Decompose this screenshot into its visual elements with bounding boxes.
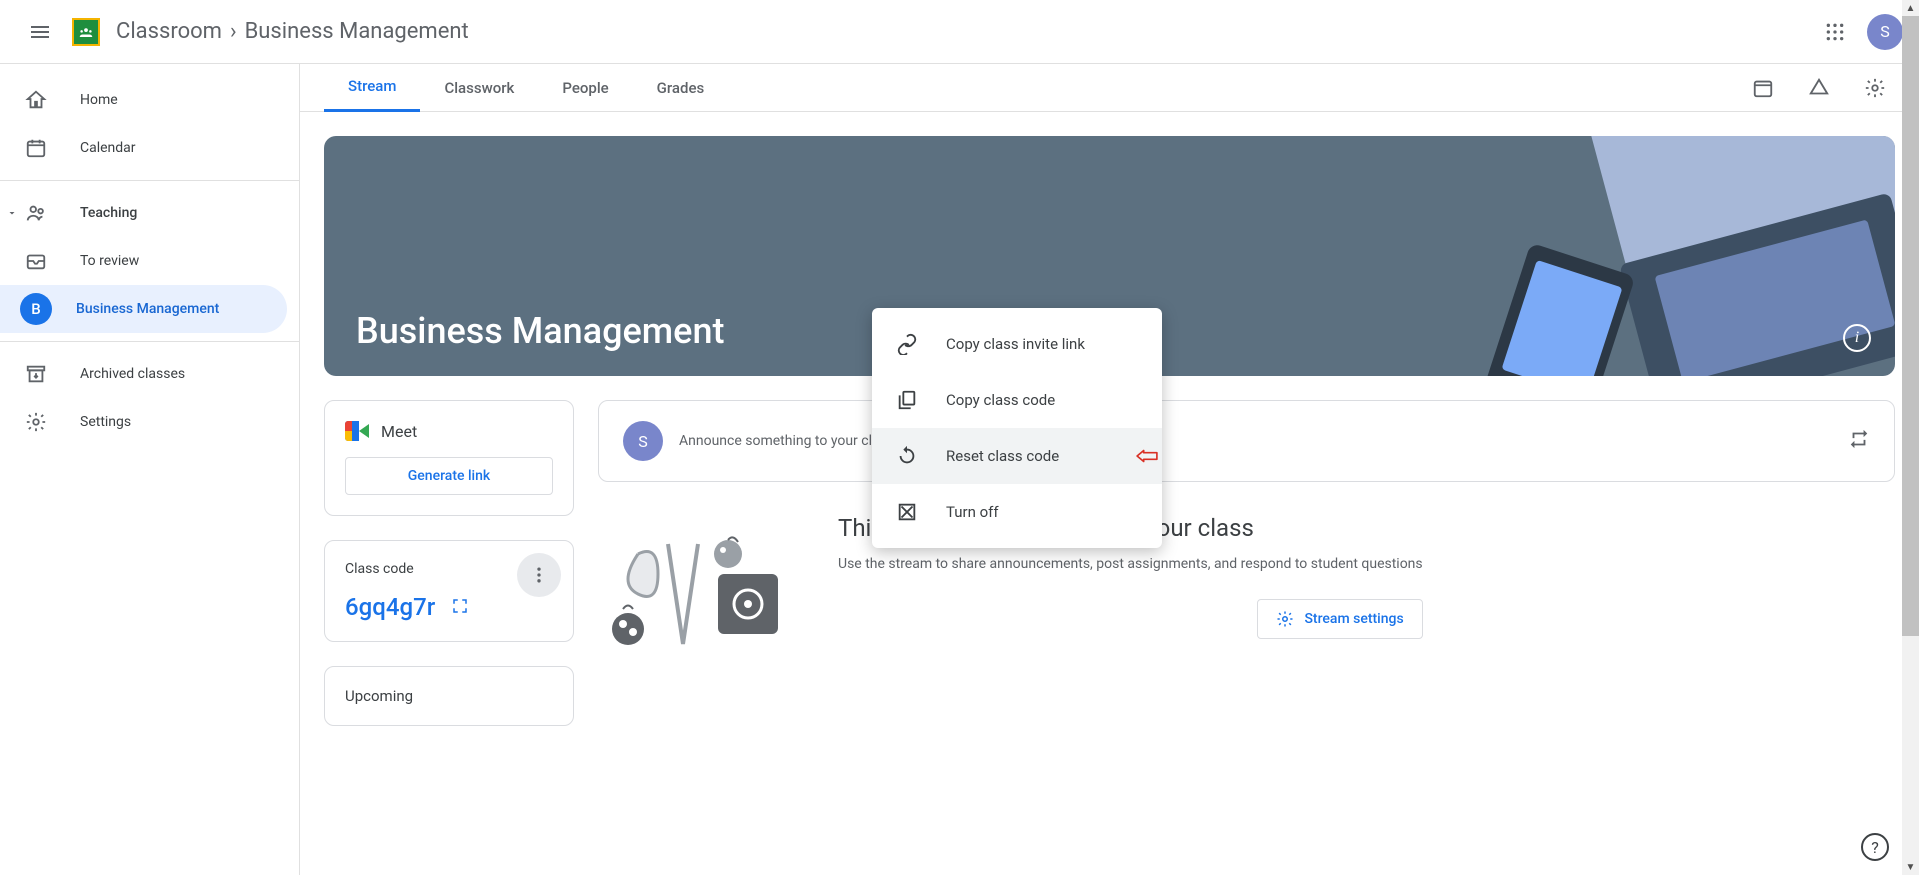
class-tabs: Stream Classwork People Grades [300, 64, 1919, 112]
calendar-icon [1752, 77, 1774, 99]
announce-avatar: S [623, 421, 663, 461]
popup-copy-invite-link[interactable]: Copy class invite link [872, 316, 1162, 372]
help-button[interactable]: ? [1861, 833, 1889, 861]
chevron-right-icon: › [230, 19, 237, 44]
popup-item-label: Reset class code [946, 447, 1059, 465]
sidebar-item-label: Home [80, 92, 118, 108]
apps-grid-icon [1825, 22, 1845, 42]
class-info-button[interactable]: i [1843, 324, 1871, 352]
home-icon [25, 89, 47, 111]
upcoming-card: Upcoming [324, 666, 574, 726]
sidebar-item-class[interactable]: B Business Management [0, 285, 287, 333]
calendar-icon [25, 137, 47, 159]
popup-item-label: Copy class invite link [946, 335, 1085, 353]
breadcrumb-class[interactable]: Business Management [245, 19, 469, 44]
sidebar-item-to-review[interactable]: To review [0, 237, 287, 285]
google-meet-icon [345, 421, 369, 441]
display-code-button[interactable] [451, 593, 469, 621]
calendar-button[interactable] [1743, 68, 1783, 108]
sidebar-item-label: Business Management [76, 301, 219, 317]
scroll-up-arrow-icon[interactable]: ▲ [1902, 0, 1919, 16]
main-menu-button[interactable] [16, 8, 64, 56]
disable-icon [896, 501, 918, 523]
sidebar: Home Calendar Teaching To review B Busin… [0, 64, 300, 875]
main-content: Stream Classwork People Grades [300, 64, 1919, 875]
empty-illustration [598, 514, 798, 664]
scroll-thumb[interactable] [1902, 16, 1919, 636]
tab-stream[interactable]: Stream [324, 64, 420, 112]
breadcrumb: Classroom › Business Management [112, 19, 473, 44]
stream-settings-button[interactable]: Stream settings [1257, 599, 1422, 639]
popup-reset-code[interactable]: Reset class code [872, 428, 1162, 484]
tab-people[interactable]: People [538, 64, 632, 112]
hamburger-icon [28, 20, 52, 44]
link-icon [896, 333, 918, 355]
sidebar-item-label: Settings [80, 414, 131, 430]
upcoming-title: Upcoming [345, 687, 553, 705]
sidebar-item-label: To review [80, 253, 139, 269]
generate-link-button[interactable]: Generate link [345, 457, 553, 495]
sidebar-item-label: Teaching [80, 205, 137, 221]
sidebar-item-settings[interactable]: Settings [0, 398, 287, 446]
reuse-post-button[interactable] [1848, 428, 1870, 454]
vertical-scrollbar[interactable]: ▲ ▼ [1902, 0, 1919, 875]
sidebar-section-teaching[interactable]: Teaching [0, 189, 287, 237]
top-bar: Classroom › Business Management S [0, 0, 1919, 64]
account-avatar[interactable]: S [1867, 14, 1903, 50]
sidebar-item-label: Calendar [80, 140, 136, 156]
copy-icon [896, 389, 918, 411]
popup-item-label: Turn off [946, 503, 999, 521]
gear-icon [25, 411, 47, 433]
sidebar-item-archived[interactable]: Archived classes [0, 350, 287, 398]
tab-grades[interactable]: Grades [633, 64, 729, 112]
gear-icon [1276, 610, 1294, 628]
class-code-menu-button[interactable] [517, 553, 561, 597]
sidebar-item-home[interactable]: Home [0, 76, 287, 124]
popup-turn-off[interactable]: Turn off [872, 484, 1162, 540]
people-icon [25, 202, 47, 224]
hero-illustration [1475, 136, 1895, 376]
more-vert-icon [529, 565, 549, 585]
class-code-card: Class code 6gq4g7r [324, 540, 574, 642]
sidebar-item-label: Archived classes [80, 366, 185, 382]
google-apps-button[interactable] [1811, 8, 1859, 56]
repeat-icon [1848, 428, 1870, 450]
meet-card: Meet Generate link [324, 400, 574, 516]
tab-classwork[interactable]: Classwork [420, 64, 538, 112]
inbox-icon [25, 250, 47, 272]
meet-label: Meet [381, 422, 417, 441]
empty-stream: This is where you can talk to your class… [598, 506, 1895, 672]
reset-icon [896, 445, 918, 467]
fullscreen-icon [451, 597, 469, 615]
classroom-logo-icon [72, 18, 100, 46]
stream-settings-label: Stream settings [1304, 611, 1403, 627]
class-avatar: B [20, 293, 52, 325]
breadcrumb-root[interactable]: Classroom [116, 19, 222, 44]
empty-body: Use the stream to share announcements, p… [838, 554, 1423, 575]
hero-class-title: Business Management [356, 310, 724, 352]
class-code-value: 6gq4g7r [345, 593, 435, 621]
scroll-down-arrow-icon[interactable]: ▼ [1902, 859, 1919, 875]
archive-icon [25, 363, 47, 385]
announce-input[interactable]: S Announce something to your class [598, 400, 1895, 482]
drive-icon [1808, 77, 1830, 99]
class-code-popup-menu: Copy class invite link Copy class code R… [872, 308, 1162, 548]
caret-down-icon [6, 207, 18, 219]
announce-placeholder: Announce something to your class [679, 433, 1832, 449]
class-settings-button[interactable] [1855, 68, 1895, 108]
drive-button[interactable] [1799, 68, 1839, 108]
sidebar-item-calendar[interactable]: Calendar [0, 124, 287, 172]
annotation-arrow-icon [1136, 445, 1158, 467]
popup-item-label: Copy class code [946, 391, 1055, 409]
gear-icon [1864, 77, 1886, 99]
popup-copy-code[interactable]: Copy class code [872, 372, 1162, 428]
